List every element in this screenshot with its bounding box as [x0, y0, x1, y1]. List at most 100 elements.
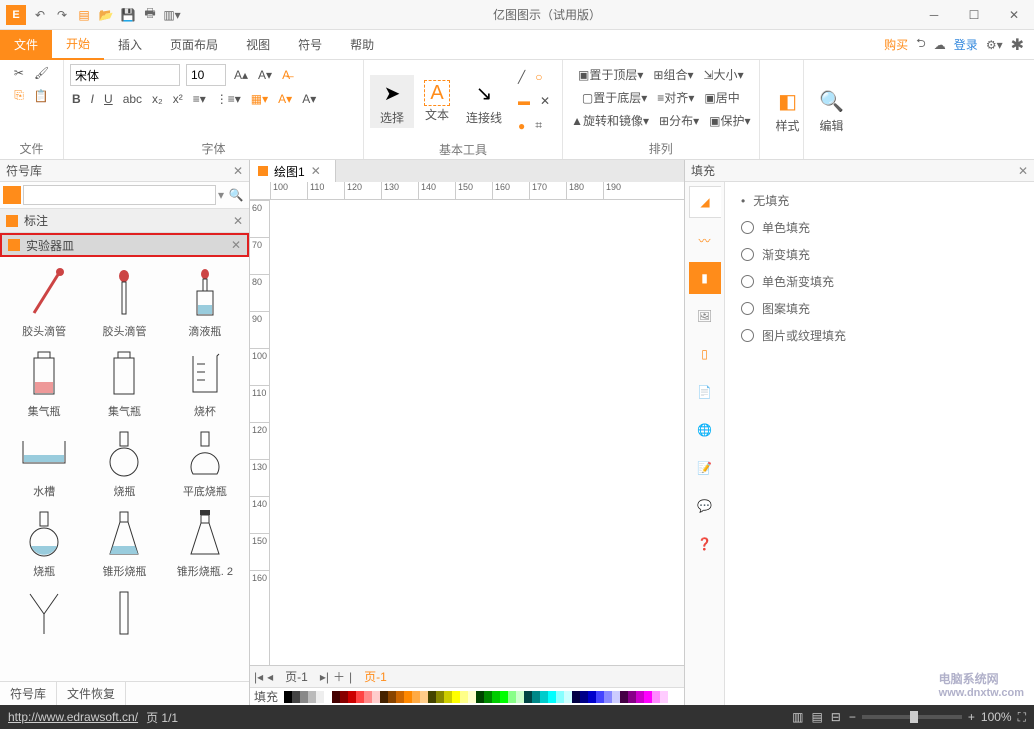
- undo-icon[interactable]: ↶: [32, 7, 48, 23]
- bold-icon[interactable]: B: [70, 90, 83, 108]
- send-back-button[interactable]: ▢ 置于底层▾: [580, 87, 649, 108]
- shape-beaker[interactable]: 烧杯: [167, 343, 243, 419]
- font-name-input[interactable]: [70, 64, 180, 86]
- new-icon[interactable]: ▤: [76, 7, 92, 23]
- color-swatch[interactable]: [300, 691, 308, 703]
- color-swatch[interactable]: [452, 691, 460, 703]
- close-button[interactable]: ✕: [994, 0, 1034, 30]
- color-swatch[interactable]: [588, 691, 596, 703]
- line-shape-icon[interactable]: ╱: [516, 68, 527, 86]
- shape-gas-jar-2[interactable]: 集气瓶: [86, 343, 162, 419]
- color-swatch[interactable]: [292, 691, 300, 703]
- share-icon[interactable]: ⮌: [916, 34, 926, 55]
- document-tab[interactable]: 绘图1✕: [250, 160, 336, 182]
- color-swatch[interactable]: [652, 691, 660, 703]
- shape-tube[interactable]: [86, 583, 162, 643]
- color-swatch[interactable]: [468, 691, 476, 703]
- rect-shape-icon[interactable]: ▬: [516, 92, 532, 110]
- proptab-comment-icon[interactable]: 💬: [689, 490, 721, 522]
- color-swatch[interactable]: [372, 691, 380, 703]
- shrink-font-icon[interactable]: A▾: [256, 66, 274, 84]
- color-swatch[interactable]: [380, 691, 388, 703]
- view-mode-icon-3[interactable]: ⊟: [831, 710, 841, 724]
- color-swatch[interactable]: [580, 691, 588, 703]
- cloud-icon[interactable]: ☁: [934, 38, 946, 52]
- proptab-fill-icon[interactable]: ◢: [689, 186, 721, 218]
- fill-opt-none[interactable]: •无填充: [741, 192, 1018, 209]
- proptab-doc-icon[interactable]: 📄: [689, 376, 721, 408]
- copy-icon[interactable]: ⎘: [12, 86, 26, 105]
- group-button[interactable]: ⊞ 组合▾: [651, 64, 695, 85]
- proptab-image-icon[interactable]: 🖼: [689, 300, 721, 332]
- crop-icon[interactable]: ⌗: [533, 116, 544, 135]
- settings-icon[interactable]: ⚙▾: [986, 38, 1003, 52]
- color-swatch[interactable]: [356, 691, 364, 703]
- proptab-line-icon[interactable]: 〰: [689, 224, 721, 256]
- color-swatch[interactable]: [460, 691, 468, 703]
- shape-dropper-2[interactable]: 胶头滴管: [86, 263, 162, 339]
- fill-opt-gradient[interactable]: 渐变填充: [741, 246, 1018, 263]
- tab-view[interactable]: 视图: [232, 30, 284, 60]
- tab-help[interactable]: 帮助: [336, 30, 388, 60]
- circle-shape-icon[interactable]: ○: [533, 68, 544, 86]
- underline-icon[interactable]: U: [102, 90, 115, 108]
- redo-icon[interactable]: ↷: [54, 7, 70, 23]
- edit-button[interactable]: 🔍编辑: [810, 83, 854, 136]
- connector-tool[interactable]: ↘连接线: [460, 75, 508, 128]
- view-mode-icon-2[interactable]: ▤: [811, 710, 822, 724]
- text-tool[interactable]: A文本: [418, 78, 456, 125]
- clear-format-icon[interactable]: A̶: [280, 66, 292, 84]
- strike-icon[interactable]: abc: [121, 90, 144, 108]
- zoom-out-icon[interactable]: −: [849, 710, 856, 724]
- paste-icon[interactable]: 📋: [32, 87, 51, 105]
- proptab-layer-icon[interactable]: ▯: [689, 338, 721, 370]
- color-swatch[interactable]: [524, 691, 532, 703]
- color-swatch[interactable]: [324, 691, 332, 703]
- fill-opt-pattern[interactable]: 图案填充: [741, 300, 1018, 317]
- page-add-icon[interactable]: ＋: [333, 668, 345, 685]
- color-swatch[interactable]: [340, 691, 348, 703]
- color-swatch[interactable]: [572, 691, 580, 703]
- file-menu[interactable]: 文件: [0, 30, 52, 60]
- color-swatch[interactable]: [516, 691, 524, 703]
- bullets-icon[interactable]: ⋮≡▾: [214, 90, 243, 108]
- color-swatch[interactable]: [420, 691, 428, 703]
- tab-insert[interactable]: 插入: [104, 30, 156, 60]
- color-swatch[interactable]: [364, 691, 372, 703]
- fill-opt-mono-gradient[interactable]: 单色渐变填充: [741, 273, 1018, 290]
- page-first-icon[interactable]: |◂: [254, 670, 263, 684]
- lib-header-labware[interactable]: 实验器皿✕: [0, 233, 249, 257]
- shape-erlenmeyer-1[interactable]: 锥形烧瓶: [86, 503, 162, 579]
- color-swatch[interactable]: [628, 691, 636, 703]
- login-link[interactable]: 登录: [954, 36, 978, 53]
- symbol-home-icon[interactable]: [3, 186, 21, 204]
- text-align-icon[interactable]: ▦▾: [249, 90, 270, 108]
- shape-dropper-1[interactable]: 胶头滴管: [6, 263, 82, 339]
- page-next-icon[interactable]: ▸|: [320, 670, 329, 684]
- color-swatch[interactable]: [532, 691, 540, 703]
- color-swatch[interactable]: [404, 691, 412, 703]
- color-swatch[interactable]: [548, 691, 556, 703]
- color-swatch[interactable]: [596, 691, 604, 703]
- page-active[interactable]: 页-1: [356, 668, 395, 685]
- bring-front-button[interactable]: ▣ 置于顶层▾: [576, 64, 645, 85]
- shape-funnel[interactable]: [6, 583, 82, 643]
- color-swatch[interactable]: [500, 691, 508, 703]
- color-swatch[interactable]: [348, 691, 356, 703]
- italic-icon[interactable]: I: [89, 90, 96, 108]
- canvas[interactable]: [270, 200, 684, 665]
- grow-font-icon[interactable]: A▴: [232, 66, 250, 84]
- color-swatch[interactable]: [492, 691, 500, 703]
- color-swatch[interactable]: [316, 691, 324, 703]
- open-icon[interactable]: 📂: [98, 7, 114, 23]
- color-swatch[interactable]: [556, 691, 564, 703]
- shape-erlenmeyer-2[interactable]: 锥形烧瓶. 2: [167, 503, 243, 579]
- tab-symbol[interactable]: 符号: [284, 30, 336, 60]
- zoom-in-icon[interactable]: +: [968, 710, 975, 724]
- shape-flask-2[interactable]: 烧瓶: [6, 503, 82, 579]
- proptab-link-icon[interactable]: 🌐: [689, 414, 721, 446]
- color-swatch[interactable]: [540, 691, 548, 703]
- apps-icon[interactable]: ✱: [1011, 35, 1024, 55]
- color-swatch[interactable]: [396, 691, 404, 703]
- cut-icon[interactable]: ✂: [12, 64, 26, 82]
